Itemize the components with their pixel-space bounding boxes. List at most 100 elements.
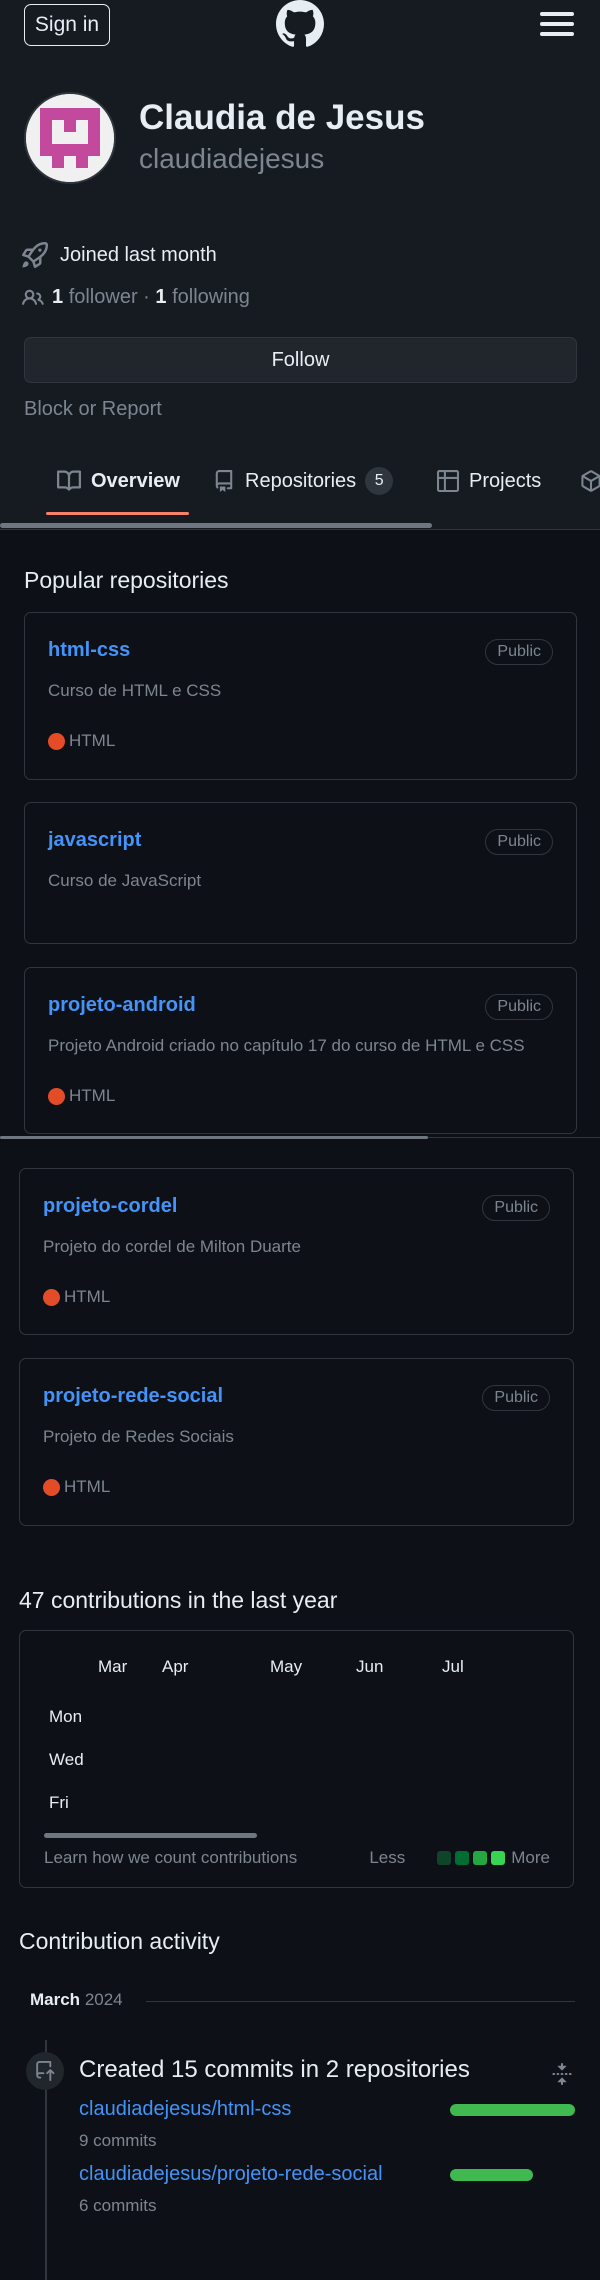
profile-full-name: Claudia de Jesus [139,98,425,137]
calendar-month: Apr [162,1657,189,1676]
repo-link[interactable]: projeto-rede-social [43,1385,223,1408]
calendar-month: Mar [98,1657,128,1676]
repo-card: projeto-android Public Projeto Android c… [24,967,577,1134]
joined-text: Joined last month [60,243,217,266]
repo-language: HTML [43,1477,110,1497]
learn-contributions-link[interactable]: Learn how we count contributions [44,1848,297,1868]
language-color-dot [43,1478,60,1496]
activity-month-header: March 2024 [30,1990,575,2012]
tab-active-indicator [46,512,189,515]
rocket-icon [22,242,48,268]
calendar-month: Jul [442,1657,464,1676]
legend-level-1 [437,1851,452,1865]
language-color-dot [48,1087,65,1105]
repo-description: Curso de JavaScript [48,871,202,890]
menu-icon[interactable] [540,12,574,36]
visibility-badge: Public [482,1385,550,1411]
followers-count: 1 [52,286,64,308]
visibility-badge: Public [485,639,553,665]
activity-repo-link[interactable]: claudiadejesus/projeto-rede-social [79,2163,383,2186]
legend-level-4 [491,1851,506,1865]
activity-commit-count[interactable]: 6 commits [79,2196,156,2216]
repo-language: HTML [48,731,115,751]
contribution-calendar: Mar Apr May Jun Jul Mon Wed Fri Learn ho… [19,1630,574,1888]
separator-dot: · [143,286,150,308]
calendar-month: May [270,1657,303,1676]
repo-description: Projeto do cordel de Milton Duarte [43,1237,301,1256]
month-divider [146,2001,575,2002]
visibility-badge: Public [482,1195,550,1221]
commit-share-bar [450,2104,575,2116]
activity-month-label: March 2024 [30,1990,123,2009]
language-name: HTML [69,731,116,750]
joined-info: Joined last month [22,242,217,268]
fold-icon[interactable] [551,2063,573,2090]
followers-label: follower [68,286,138,308]
repo-language: HTML [43,1287,110,1307]
contribution-legend: Less More [369,1848,550,1868]
book-icon [57,470,81,491]
repo-card: projeto-cordel Public Projeto do cordel … [19,1168,574,1335]
calendar-scrollbar[interactable] [44,1833,257,1838]
block-or-report-link[interactable]: Block or Report [24,398,162,421]
avatar [24,92,116,184]
commit-share-bar [450,2169,533,2181]
repo-icon [215,470,233,492]
activity-event-badge [26,2052,64,2090]
tabs-scrollbar[interactable] [0,523,432,528]
language-color-dot [43,1288,60,1306]
repo-link[interactable]: html-css [48,639,130,662]
github-logo-icon[interactable] [276,0,324,48]
people-icon [22,289,44,305]
legend-less: Less [369,1848,406,1867]
calendar-day-label: Fri [49,1793,69,1812]
repo-push-icon [36,2061,55,2081]
calendar-day-label: Wed [49,1750,84,1769]
legend-level-2 [455,1851,470,1865]
repo-link[interactable]: projeto-cordel [43,1195,177,1218]
popular-repositories-title: Popular repositories [24,567,229,593]
repo-link[interactable]: projeto-android [48,994,196,1017]
visibility-badge: Public [485,994,553,1020]
legend-more: More [511,1848,550,1867]
language-name: HTML [69,1086,116,1105]
activity-repo-link[interactable]: claudiadejesus/html-css [79,2098,291,2121]
repositories-count-badge: 5 [365,467,394,495]
repo-description: Curso de HTML e CSS [48,681,222,700]
sign-in-button[interactable]: Sign in [24,4,110,46]
tab-overview[interactable]: Overview [57,459,180,503]
tab-overview-label: Overview [91,469,180,492]
tab-repositories[interactable]: Repositories 5 [213,459,394,503]
tab-projects-label: Projects [469,469,542,492]
package-icon [581,470,600,492]
contributions-title: 47 contributions in the last year [19,1587,338,1613]
visibility-badge: Public [485,829,553,855]
tab-repositories-label: Repositories [245,469,357,492]
language-name: HTML [64,1287,111,1306]
repo-description: Projeto Android criado no capítulo 17 do… [48,1036,525,1055]
activity-commit-count[interactable]: 9 commits [79,2131,156,2151]
calendar-month: Jun [356,1657,384,1676]
activity-year: 2024 [84,1990,123,2009]
tabs-divider [0,529,600,530]
language-color-dot [48,732,65,750]
repo-language: HTML [48,1086,115,1106]
following-label: following [172,286,250,308]
table-icon [437,470,459,492]
repo-card: projeto-rede-social Public Projeto de Re… [19,1358,574,1526]
repo-link[interactable]: javascript [48,829,141,852]
language-name: HTML [64,1477,111,1496]
repo-card: html-css Public Curso de HTML e CSS HTML [24,612,577,780]
activity-month: March [30,1990,81,2009]
calendar-day-label: Mon [49,1707,83,1726]
repo-description: Projeto de Redes Sociais [43,1427,234,1446]
follow-button[interactable]: Follow [24,337,577,383]
followers-info[interactable]: 1 follower · 1 following [22,286,250,309]
activity-event-title: Created 15 commits in 2 repositories [79,2056,470,2083]
tab-projects[interactable]: Projects [437,459,541,503]
tab-packages-partial[interactable] [580,459,600,503]
repo-card: javascript Public Curso de JavaScript [24,802,577,944]
legend-level-3 [473,1851,488,1865]
following-count: 1 [155,286,167,308]
page-scrollbar[interactable] [0,1136,428,1139]
